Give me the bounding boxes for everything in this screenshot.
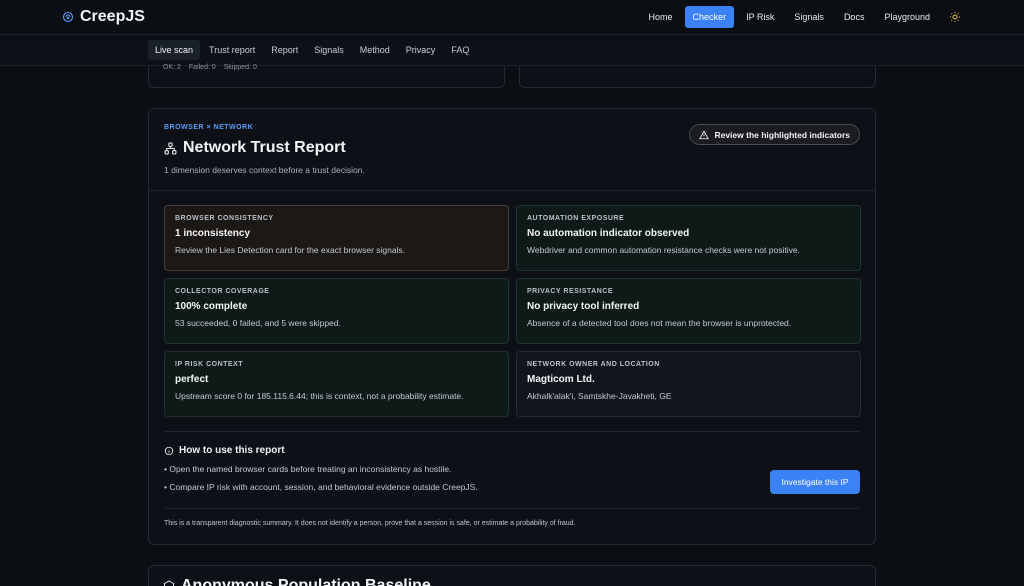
warning-icon (699, 129, 710, 139)
collector-counts: OK: 2 Failed: 0 Skipped: 0 (163, 64, 257, 71)
shield-icon (62, 11, 74, 23)
tile-value: No automation indicator observed (527, 228, 690, 239)
tile-description: Webdriver and common automation resistan… (527, 245, 800, 255)
tile-label: IP RISK CONTEXT (175, 361, 244, 368)
info-icon (164, 446, 174, 455)
report-kicker: BROWSER × NETWORK (164, 124, 254, 131)
tile-ip-risk-context: IP RISK CONTEXT perfect Upstream score 0… (164, 351, 509, 417)
brand[interactable]: CreepJS (62, 8, 145, 26)
investigate-ip-button[interactable]: Investigate this IP (770, 470, 860, 494)
hexagon-icon (164, 580, 174, 586)
network-trust-report-card: BROWSER × NETWORK Network Trust Report 1… (148, 108, 876, 545)
tile-value: perfect (175, 374, 209, 385)
grid-divider (164, 431, 860, 432)
nav-docs[interactable]: Docs (836, 6, 873, 28)
tab-signals[interactable]: Signals (307, 40, 351, 60)
top-navigation-bar: CreepJS Home Checker IP Risk Signals Doc… (0, 0, 1024, 35)
brand-name: CreepJS (80, 8, 145, 25)
tile-collector-coverage: COLLECTOR COVERAGE 100% complete 53 succ… (164, 278, 509, 344)
tile-label: NETWORK OWNER AND LOCATION (527, 361, 660, 368)
tile-description: Akhalk'alak'i, Samtskhe-Javakheti, GE (527, 391, 672, 401)
tile-automation-exposure: AUTOMATION EXPOSURE No automation indica… (516, 205, 861, 271)
ok-count: OK: 2 (163, 64, 181, 71)
failed-count: Failed: 0 (188, 64, 216, 71)
tile-description: Upstream score 0 for 185.115.6.44; this … (175, 391, 464, 401)
tab-faq[interactable]: FAQ (444, 40, 476, 60)
how-to-use-section: How to use this report • Open the named … (164, 445, 861, 492)
section-tabs: Live scan Trust report Report Signals Me… (0, 35, 1024, 66)
tab-live-scan[interactable]: Live scan (148, 40, 201, 60)
footer-divider (164, 508, 860, 509)
tile-value: Magticom Ltd. (527, 374, 595, 385)
nav-checker[interactable]: Checker (684, 6, 735, 28)
disclaimer-text: This is a transparent diagnostic summary… (164, 520, 576, 527)
main-nav: Home Checker IP Risk Signals Docs Playgr… (641, 6, 962, 28)
network-icon (164, 142, 177, 154)
nav-home[interactable]: Home (641, 6, 681, 28)
tile-description: 53 succeeded, 0 failed, and 5 were skipp… (175, 318, 341, 328)
next-section-title-row: Anonymous Population Baseline (163, 577, 431, 586)
tile-description: Absence of a detected tool does not mean… (527, 318, 792, 328)
tile-label: AUTOMATION EXPOSURE (527, 215, 625, 222)
howto-heading: How to use this report (164, 445, 861, 456)
tile-browser-consistency: BROWSER CONSISTENCY 1 inconsistency Revi… (164, 205, 509, 271)
tile-label: COLLECTOR COVERAGE (175, 288, 270, 295)
report-title: Network Trust Report (183, 139, 346, 156)
tile-network-owner: NETWORK OWNER AND LOCATION Magticom Ltd.… (516, 351, 861, 417)
nav-signals[interactable]: Signals (786, 6, 832, 28)
tile-privacy-resistance: PRIVACY RESISTANCE No privacy tool infer… (516, 278, 861, 344)
review-button-label: Review the highlighted indicators (714, 129, 850, 140)
sun-icon[interactable] (948, 10, 962, 24)
tab-privacy[interactable]: Privacy (399, 40, 443, 60)
report-subtitle: 1 dimension deserves context before a tr… (164, 165, 365, 175)
header-divider (149, 190, 875, 191)
report-header: BROWSER × NETWORK Network Trust Report 1… (164, 124, 365, 175)
nav-ip-risk[interactable]: IP Risk (738, 6, 782, 28)
howto-item: • Open the named browser cards before tr… (164, 464, 452, 474)
review-indicators-button[interactable]: Review the highlighted indicators (689, 124, 860, 145)
tab-method[interactable]: Method (353, 40, 397, 60)
next-section-title: Anonymous Population Baseline (181, 577, 431, 586)
tile-label: PRIVACY RESISTANCE (527, 288, 614, 295)
tab-trust-report[interactable]: Trust report (202, 40, 262, 60)
nav-playground[interactable]: Playground (876, 6, 938, 28)
report-title-row: Network Trust Report (164, 139, 365, 157)
skipped-count: Skipped: 0 (223, 64, 257, 71)
howto-item: • Compare IP risk with account, session,… (164, 482, 478, 492)
tab-report[interactable]: Report (264, 40, 305, 60)
tile-value: 100% complete (175, 301, 248, 312)
tile-value: No privacy tool inferred (527, 301, 640, 312)
tile-description: Review the Lies Detection card for the e… (175, 245, 406, 255)
howto-title: How to use this report (179, 445, 285, 456)
tile-label: BROWSER CONSISTENCY (175, 215, 274, 222)
tile-value: 1 inconsistency (175, 228, 251, 239)
